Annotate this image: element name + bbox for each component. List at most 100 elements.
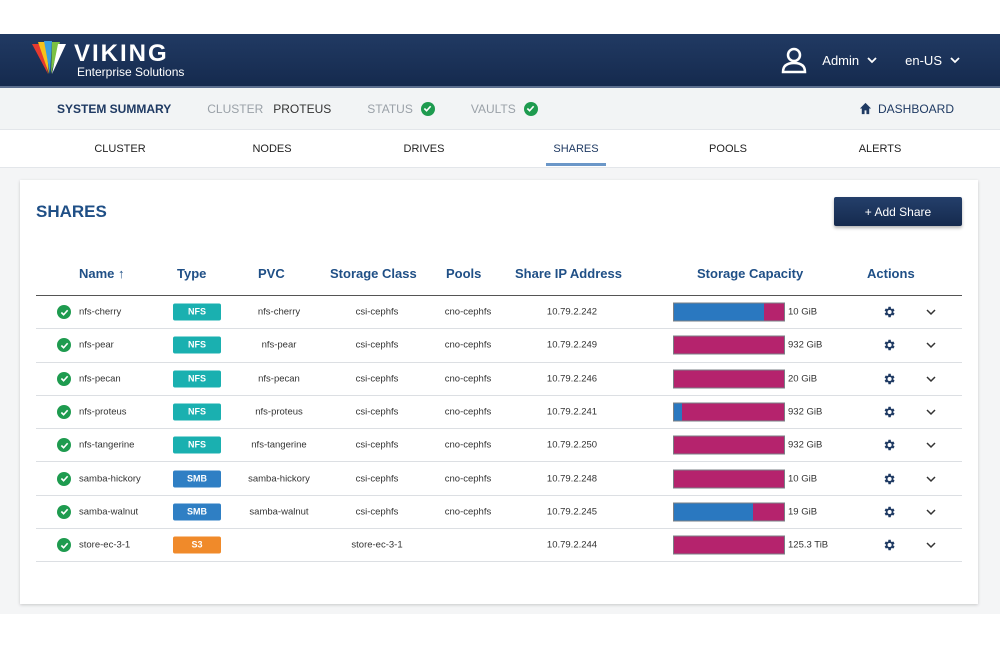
gear-icon[interactable] xyxy=(882,538,896,552)
type-badge: S3 xyxy=(173,536,221,554)
chevron-down-icon[interactable] xyxy=(926,407,936,417)
summary-title: SYSTEM SUMMARY xyxy=(57,101,172,116)
chevron-down-icon[interactable] xyxy=(926,374,936,384)
table-row[interactable]: nfs-proteus NFS nfs-proteus csi-cephfs cno-c… xyxy=(36,396,962,430)
share-ip-value: 10.79.2.250 xyxy=(546,439,598,451)
chevron-down-icon[interactable] xyxy=(926,307,936,317)
check-circle-icon xyxy=(57,338,71,353)
capacity-bar xyxy=(673,435,785,455)
storage-class-value: store-ec-3-1 xyxy=(351,539,403,551)
table-row[interactable]: samba-hickory SMB samba-hickory csi-cephfs c… xyxy=(36,462,962,496)
gear-icon[interactable] xyxy=(882,305,896,319)
home-icon xyxy=(859,102,872,115)
section-tabs: CLUSTER NODES DRIVES SHARES POOLS ALERTS xyxy=(0,130,1000,168)
capacity-value: 19 GiB xyxy=(788,506,818,518)
column-header-pools[interactable]: Pools xyxy=(446,266,481,281)
column-header-share-ip[interactable]: Share IP Address xyxy=(515,266,622,281)
tab-drives[interactable]: DRIVES xyxy=(348,130,500,168)
gear-icon[interactable] xyxy=(882,505,896,519)
top-header: VIKING Enterprise Solutions Admin en-US xyxy=(0,34,1000,88)
table-row[interactable]: samba-walnut SMB samba-walnut csi-cephfs cno… xyxy=(36,496,962,530)
app-window: VIKING Enterprise Solutions Admin en-US … xyxy=(0,34,1000,614)
status-label: STATUS xyxy=(367,101,413,116)
share-name[interactable]: samba-hickory xyxy=(79,473,141,484)
language-select[interactable]: en-US xyxy=(905,53,960,68)
gear-icon[interactable] xyxy=(882,338,896,352)
pvc-value: nfs-tangerine xyxy=(251,439,307,451)
tab-pools[interactable]: POOLS xyxy=(652,130,804,168)
capacity-value: 932 GiB xyxy=(788,439,823,451)
share-name[interactable]: nfs-pear xyxy=(79,340,114,351)
share-name[interactable]: store-ec-3-1 xyxy=(79,540,130,551)
capacity-used-fill xyxy=(674,503,754,521)
storage-class-value: csi-cephfs xyxy=(355,406,399,418)
share-name[interactable]: nfs-pecan xyxy=(79,373,121,384)
column-header-storage-capacity[interactable]: Storage Capacity xyxy=(697,266,803,281)
chevron-down-icon[interactable] xyxy=(926,507,936,517)
share-name[interactable]: nfs-proteus xyxy=(79,407,127,418)
chevron-down-icon[interactable] xyxy=(926,440,936,450)
column-header-storage-class[interactable]: Storage Class xyxy=(330,266,417,281)
page-title: SHARES xyxy=(36,202,107,221)
share-name[interactable]: samba-walnut xyxy=(79,506,138,517)
gear-icon[interactable] xyxy=(882,405,896,419)
dashboard-link[interactable]: DASHBOARD xyxy=(859,102,954,116)
vaults-label: VAULTS xyxy=(470,101,516,116)
capacity-used-fill xyxy=(674,303,765,321)
chevron-down-icon[interactable] xyxy=(926,540,936,550)
pool-value: cno-cephfs xyxy=(444,306,492,318)
storage-class-value: csi-cephfs xyxy=(355,473,399,485)
table-row[interactable]: nfs-pecan NFS nfs-pecan csi-cephfs cno-cephf… xyxy=(36,363,962,396)
user-menu[interactable]: Admin xyxy=(822,53,877,68)
capacity-bar xyxy=(673,302,785,322)
check-circle-icon xyxy=(523,101,538,116)
tab-shares[interactable]: SHARES xyxy=(500,130,652,168)
check-circle-icon xyxy=(420,101,435,116)
column-header-actions: Actions xyxy=(867,266,915,281)
capacity-bar xyxy=(673,402,785,422)
storage-class-value: csi-cephfs xyxy=(355,506,399,518)
table-row[interactable]: nfs-pear NFS nfs-pear csi-cephfs cno-cephfs 1… xyxy=(36,329,962,363)
storage-class-value: csi-cephfs xyxy=(355,306,399,318)
share-ip-value: 10.79.2.244 xyxy=(546,539,598,551)
storage-class-value: csi-cephfs xyxy=(355,439,399,451)
capacity-bar xyxy=(673,502,785,522)
gear-icon[interactable] xyxy=(882,438,896,452)
type-badge: NFS xyxy=(173,336,221,354)
table-row[interactable]: nfs-cherry NFS nfs-cherry csi-cephfs cno-cep… xyxy=(36,296,962,330)
share-ip-value: 10.79.2.246 xyxy=(546,373,598,385)
chevron-down-icon[interactable] xyxy=(926,340,936,350)
add-share-button[interactable]: + Add Share xyxy=(834,197,962,226)
table-row[interactable]: nfs-tangerine NFS nfs-tangerine csi-cephfs c… xyxy=(36,429,962,463)
table-row[interactable]: store-ec-3-1 S3 store-ec-3-1 10.79.2.244 125… xyxy=(36,529,962,563)
capacity-bar xyxy=(673,335,785,355)
shares-table-body: nfs-cherry NFS nfs-cherry csi-cephfs cno-cep… xyxy=(36,296,962,563)
column-header-pvc[interactable]: PVC xyxy=(258,266,285,281)
chevron-down-icon[interactable] xyxy=(926,474,936,484)
pool-value: cno-cephfs xyxy=(444,339,492,351)
share-name[interactable]: nfs-tangerine xyxy=(79,440,134,451)
shares-panel: SHARES + Add Share Name ↑ Type PVC Stora… xyxy=(20,180,978,604)
tab-cluster[interactable]: CLUSTER xyxy=(44,130,196,168)
column-header-name[interactable]: Name ↑ xyxy=(79,266,125,281)
language-label: en-US xyxy=(905,52,942,68)
capacity-value: 932 GiB xyxy=(788,406,823,418)
user-menu-label: Admin xyxy=(822,52,860,68)
pool-value: cno-cephfs xyxy=(444,473,492,485)
share-name[interactable]: nfs-cherry xyxy=(79,307,121,318)
share-ip-value: 10.79.2.249 xyxy=(546,339,598,351)
type-badge: NFS xyxy=(173,436,221,454)
tab-alerts[interactable]: ALERTS xyxy=(804,130,956,168)
pool-value: cno-cephfs xyxy=(444,373,492,385)
tab-nodes[interactable]: NODES xyxy=(196,130,348,168)
viking-feather-logo xyxy=(32,41,66,74)
user-icon[interactable] xyxy=(780,46,808,74)
share-ip-value: 10.79.2.248 xyxy=(546,473,598,485)
gear-icon[interactable] xyxy=(882,472,896,486)
storage-class-value: csi-cephfs xyxy=(355,339,399,351)
column-header-type[interactable]: Type xyxy=(177,266,206,281)
brand-logo[interactable]: VIKING Enterprise Solutions xyxy=(30,40,184,80)
gear-icon[interactable] xyxy=(882,372,896,386)
cluster-value: PROTEUS xyxy=(273,101,332,116)
type-badge: SMB xyxy=(173,470,221,488)
